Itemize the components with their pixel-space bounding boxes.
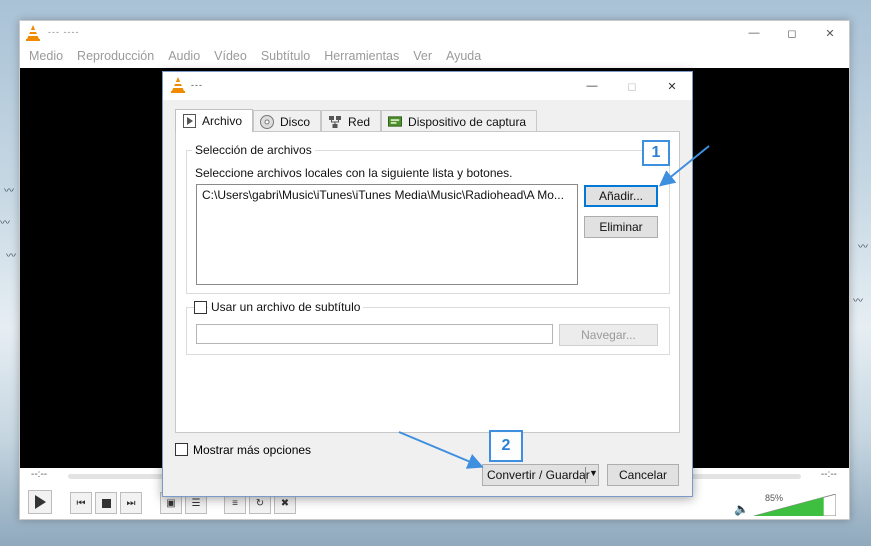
- subtitle-path-input[interactable]: [196, 324, 553, 344]
- total-time: --:--: [820, 469, 837, 480]
- menu-herramientas[interactable]: Herramientas: [318, 46, 407, 66]
- disc-icon: [260, 114, 275, 129]
- vlc-window-title: --- ----: [48, 27, 80, 37]
- dialog-minimize-button[interactable]: —: [572, 72, 612, 100]
- minimize-button[interactable]: —: [735, 21, 773, 45]
- vlc-titlebar: --- ---- — ◻ ✕: [20, 21, 849, 45]
- previous-icon: ⏮: [76, 497, 86, 509]
- dialog-tabs: Archivo Disco Red Dispositivo de captura: [175, 109, 538, 132]
- tab-disco[interactable]: Disco: [253, 110, 322, 132]
- file-selection-description: Seleccione archivos locales con la sigui…: [195, 166, 513, 180]
- stop-button[interactable]: [95, 492, 117, 514]
- menu-video[interactable]: Vídeo: [208, 46, 255, 66]
- subtitle-checkbox[interactable]: [194, 301, 207, 314]
- bird-decoration: 〰: [0, 218, 10, 229]
- dialog-titlebar: --- — ◻ ✕: [163, 72, 692, 100]
- dropdown-separator: [585, 467, 586, 483]
- file-list-item[interactable]: C:\Users\gabri\Music\iTunes\iTunes Media…: [202, 188, 564, 202]
- tab-red-label: Red: [348, 114, 371, 129]
- menu-audio[interactable]: Audio: [162, 46, 208, 66]
- open-media-dialog: --- — ◻ ✕ Archivo Disco Red Dispositivo …: [162, 71, 693, 497]
- tab-archivo[interactable]: Archivo: [175, 109, 254, 132]
- bird-decoration: 〰: [6, 251, 16, 262]
- browse-subtitle-button[interactable]: Navegar...: [559, 324, 658, 346]
- file-list[interactable]: C:\Users\gabri\Music\iTunes\iTunes Media…: [196, 184, 578, 285]
- close-button[interactable]: ✕: [811, 21, 849, 45]
- more-options-checkbox[interactable]: [175, 443, 188, 456]
- tab-red[interactable]: Red: [321, 110, 382, 132]
- vlc-cone-icon: [26, 25, 40, 41]
- maximize-button[interactable]: ◻: [773, 21, 811, 45]
- volume-slider[interactable]: [754, 494, 836, 516]
- dialog-maximize-button[interactable]: ◻: [612, 72, 652, 100]
- menu-reproduccion[interactable]: Reproducción: [71, 46, 162, 66]
- remove-file-button[interactable]: Eliminar: [584, 216, 658, 238]
- file-selection-legend: Selección de archivos: [192, 143, 315, 157]
- more-options-label: Mostrar más opciones: [193, 443, 312, 457]
- add-file-button[interactable]: Añadir...: [584, 185, 658, 207]
- chevron-down-icon[interactable]: ▼: [589, 468, 598, 478]
- convert-save-label: Convertir / Guardar: [487, 468, 590, 482]
- vlc-menubar: Medio Reproducción Audio Vídeo Subtítulo…: [20, 46, 489, 66]
- stop-icon: [101, 498, 111, 508]
- playlist-icon: ≡: [232, 497, 238, 509]
- convert-save-button[interactable]: Convertir / Guardar ▼: [482, 464, 599, 486]
- loop-icon: ↻: [255, 497, 265, 509]
- file-play-icon: [182, 114, 196, 128]
- subtitle-checkbox-label: Usar un archivo de subtítulo: [208, 300, 364, 314]
- tab-archivo-label: Archivo: [202, 114, 243, 128]
- fullscreen-icon: ▣: [166, 497, 176, 509]
- play-button[interactable]: [28, 490, 52, 514]
- bird-decoration: 〰: [853, 296, 863, 307]
- capture-card-icon: [388, 115, 403, 129]
- bird-decoration: 〰: [858, 242, 868, 253]
- menu-ayuda[interactable]: Ayuda: [440, 46, 489, 66]
- speaker-icon[interactable]: 🔈: [734, 502, 749, 516]
- network-icon: [328, 115, 342, 129]
- tab-disco-label: Disco: [280, 114, 311, 129]
- tab-dispositivo-label: Dispositivo de captura: [408, 114, 527, 129]
- dialog-close-button[interactable]: ✕: [652, 72, 692, 100]
- vlc-cone-icon: [171, 77, 185, 93]
- cancel-button[interactable]: Cancelar: [607, 464, 679, 486]
- bird-decoration: 〰: [4, 186, 14, 197]
- next-button[interactable]: ⏭: [120, 492, 142, 514]
- play-icon: [35, 495, 46, 509]
- archivo-tab-panel: Selección de archivos Seleccione archivo…: [175, 131, 680, 433]
- menu-medio[interactable]: Medio: [23, 46, 71, 66]
- previous-button[interactable]: ⏮: [70, 492, 92, 514]
- menu-ver[interactable]: Ver: [407, 46, 440, 66]
- elapsed-time: --:--: [31, 469, 48, 480]
- equalizer-icon: ☰: [191, 497, 201, 509]
- menu-subtitulo[interactable]: Subtítulo: [255, 46, 318, 66]
- step-2-badge: 2: [489, 430, 523, 462]
- tab-dispositivo-captura[interactable]: Dispositivo de captura: [381, 110, 538, 132]
- step-1-badge: 1: [642, 140, 670, 166]
- shuffle-icon: ✖: [280, 497, 290, 509]
- next-icon: ⏭: [126, 497, 136, 509]
- dialog-title: ---: [191, 80, 203, 90]
